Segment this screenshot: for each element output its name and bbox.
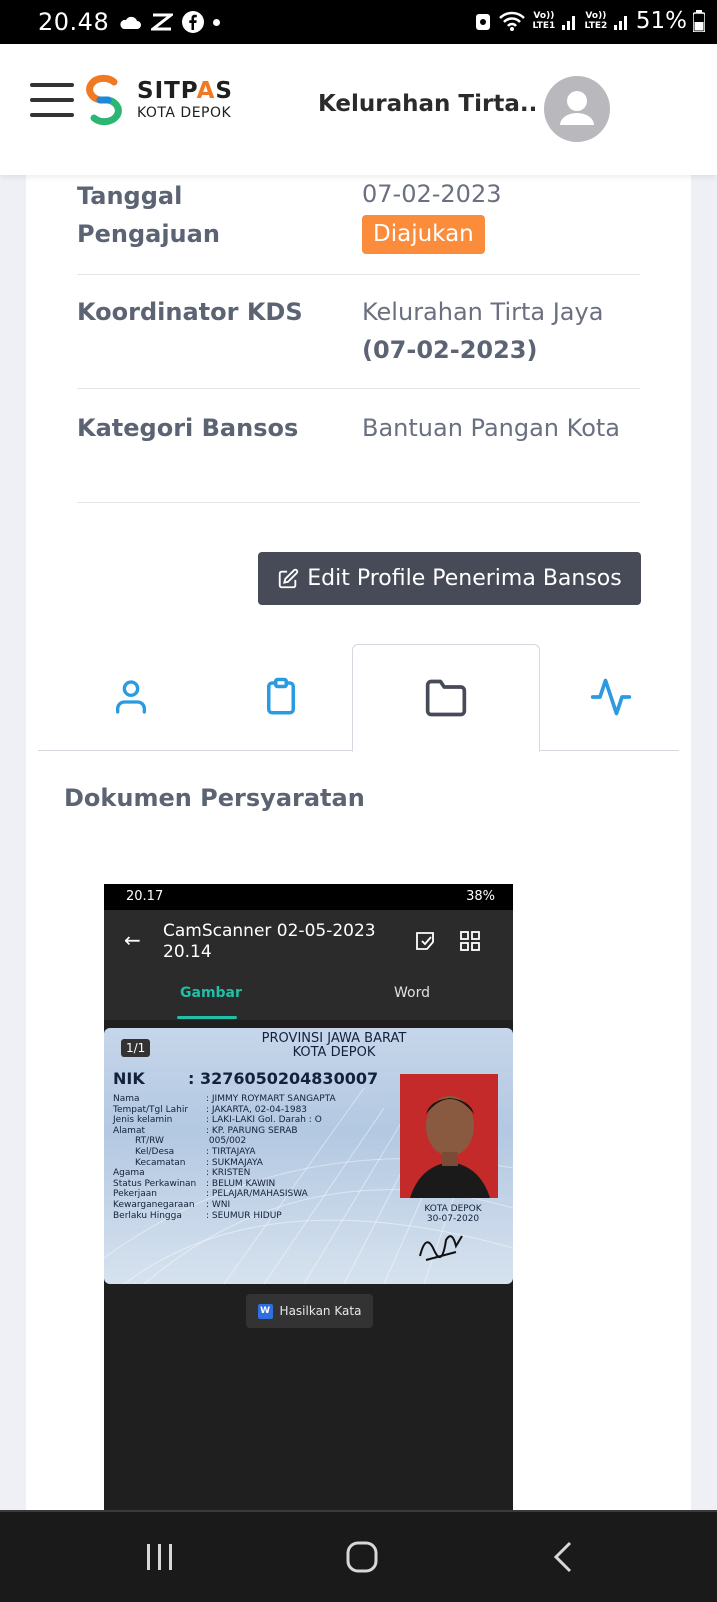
status-left: 20.48 xyxy=(38,8,221,36)
ktp-field: Jenis kelamin: LAKI-LAKI Gol. Darah : O xyxy=(113,1115,322,1126)
ktp-field: Berlaku Hingga: SEUMUR HIDUP xyxy=(113,1210,282,1221)
ktp-field: Pekerjaan: PELAJAR/MAHASISWA xyxy=(113,1189,308,1200)
embedded-battery: 38% xyxy=(466,889,495,904)
detail-row-kategori: Kategori Bansos Bantuan Pangan Kota xyxy=(77,388,640,503)
grid-icon xyxy=(460,931,480,951)
detail-row-koordinator: Koordinator KDS Kelurahan Tirta Jaya (07… xyxy=(77,274,640,389)
alarm-icon xyxy=(475,14,490,30)
ktp-issue-info: KOTA DEPOK 30-07-2020 xyxy=(410,1204,496,1224)
status-right: Vo)) LTE1 Vo)) LTE2 51% xyxy=(474,8,705,34)
user-icon xyxy=(116,680,146,714)
brand-text: SITPAS KOTA DEPOK xyxy=(137,78,233,122)
signal-icon xyxy=(561,16,575,30)
person-photo-icon xyxy=(400,1074,498,1198)
ktp-field: Tempat/Tgl Lahir: JAKARTA, 02-04-1983 xyxy=(113,1104,308,1115)
word-icon: W xyxy=(257,1303,273,1319)
coordinator-name: Kelurahan Tirta Jaya xyxy=(362,298,604,326)
profile-tabs xyxy=(38,644,679,752)
back-icon xyxy=(553,1541,572,1573)
embedded-status-bar: 20.17 38% xyxy=(104,884,513,910)
detail-value: Kelurahan Tirta Jaya (07-02-2023) xyxy=(362,293,642,369)
ktp-nik-value: : 3276050204830007 xyxy=(188,1069,379,1088)
ktp-field: Kecamatan: SUKMAJAYA xyxy=(135,1157,263,1168)
ktp-field: Nama: JIMMY ROYMART SANGAPTA xyxy=(113,1094,336,1104)
embedded-status-time: 20.17 xyxy=(126,889,164,904)
embedded-tab-indicator xyxy=(177,1016,237,1019)
folder-icon xyxy=(425,679,467,717)
detail-row-tanggal: Tanggal Pengajuan 07-02-2023 Diajukan xyxy=(77,170,640,275)
ktp-fields: Nama: JIMMY ROYMART SANGAPTA Tempat/Tgl … xyxy=(113,1094,336,1221)
avatar[interactable] xyxy=(544,76,610,142)
activity-icon xyxy=(590,678,632,716)
facebook-icon xyxy=(182,11,205,33)
ktp-field: Status Perkawinan: BELUM KAWIN xyxy=(113,1178,276,1189)
brand-name: SITPAS xyxy=(137,78,233,104)
detail-label: Tanggal Pengajuan xyxy=(77,182,220,248)
home-button[interactable] xyxy=(332,1512,392,1602)
app-header: SITPAS KOTA DEPOK Kelurahan Tirta.. xyxy=(0,44,717,175)
section-title: Dokumen Persyaratan xyxy=(64,784,365,812)
ktp-province: PROVINSI JAWA BARAT xyxy=(261,1031,407,1046)
tab-data[interactable] xyxy=(188,644,374,750)
sim1-label: Vo)) LTE1 xyxy=(532,11,556,31)
edit-check-icon xyxy=(416,932,434,950)
tab-activity[interactable] xyxy=(518,644,704,750)
submit-date: 07-02-2023 xyxy=(362,180,502,208)
signature-icon xyxy=(419,1235,463,1261)
battery-level: 51% xyxy=(635,8,687,34)
detail-label: Koordinator KDS xyxy=(77,298,303,326)
detail-label: Kategori Bansos xyxy=(77,414,299,442)
embedded-tab-image: Gambar xyxy=(180,985,242,1001)
tab-documents[interactable] xyxy=(352,644,540,752)
embedded-app-bar: ← CamScanner 02-05-2023 20.14 xyxy=(104,910,513,970)
embedded-app-title: CamScanner 02-05-2023 20.14 xyxy=(163,921,376,962)
ktp-field: Alamat: KP. PARUNG SERAB xyxy=(113,1125,298,1136)
capcut-icon xyxy=(151,13,174,31)
system-nav-bar xyxy=(0,1510,717,1602)
ktp-field: Agama: KRISTEN xyxy=(113,1168,251,1179)
ktp-nik-label: NIK xyxy=(113,1069,145,1088)
page-title: Kelurahan Tirta.. xyxy=(318,91,538,117)
generate-text-label: Hasilkan Kata xyxy=(279,1304,362,1318)
status-time: 20.48 xyxy=(38,8,110,36)
edit-profile-label: Edit Profile Penerima Bansos xyxy=(307,566,622,591)
sim2-label: Vo)) LTE2 xyxy=(584,11,608,31)
battery-icon xyxy=(693,10,705,32)
back-arrow-icon: ← xyxy=(124,928,141,952)
ktp-field: Kewarganegaraan: WNI xyxy=(113,1199,231,1210)
generate-text-button: W Hasilkan Kata xyxy=(246,1294,373,1328)
ktp-photo xyxy=(400,1074,498,1198)
notification-dot-icon xyxy=(213,18,221,26)
clipboard-icon xyxy=(267,677,295,715)
status-bar: 20.48 Vo)) LTE1 Vo)) LTE2 51% xyxy=(0,0,717,44)
recent-apps-icon xyxy=(147,1544,172,1570)
brand-subtitle: KOTA DEPOK xyxy=(137,105,232,121)
recent-apps-button[interactable] xyxy=(130,1512,190,1602)
ktp-field: Kel/Desa: TIRTAJAYA xyxy=(135,1146,256,1157)
menu-icon[interactable] xyxy=(30,83,74,117)
ktp-header: PROVINSI JAWA BARAT KOTA DEPOK xyxy=(224,1032,444,1060)
status-badge: Diajukan xyxy=(362,215,485,254)
ktp-field: RT/RW 005/002 xyxy=(135,1136,247,1147)
sitpas-logo-icon xyxy=(86,74,122,126)
page-indicator: 1/1 xyxy=(121,1039,151,1057)
coordinator-date: (07-02-2023) xyxy=(362,336,538,364)
ktp-issue-date: 30-07-2020 xyxy=(426,1214,480,1224)
cloud-icon xyxy=(120,16,142,29)
detail-value: Bantuan Pangan Kota xyxy=(362,414,620,442)
ktp-card-image: 1/1 PROVINSI JAWA BARAT KOTA DEPOK NIK :… xyxy=(104,1028,513,1284)
signal-icon xyxy=(613,16,627,30)
ktp-city: KOTA DEPOK xyxy=(292,1045,376,1060)
edit-profile-button[interactable]: Edit Profile Penerima Bansos xyxy=(258,552,641,605)
embedded-tab-word: Word xyxy=(394,985,430,1001)
detail-value: 07-02-2023 Diajukan xyxy=(362,175,642,254)
home-icon xyxy=(346,1541,378,1573)
user-avatar-icon xyxy=(560,91,594,125)
edit-icon xyxy=(279,568,299,588)
wifi-icon xyxy=(498,11,525,31)
embedded-tabs: Gambar Word xyxy=(104,970,513,1020)
back-button[interactable] xyxy=(534,1512,594,1602)
ktp-issue-place: KOTA DEPOK xyxy=(424,1204,482,1214)
document-image[interactable]: 20.17 38% ← CamScanner 02-05-2023 20.14 … xyxy=(104,884,513,1510)
